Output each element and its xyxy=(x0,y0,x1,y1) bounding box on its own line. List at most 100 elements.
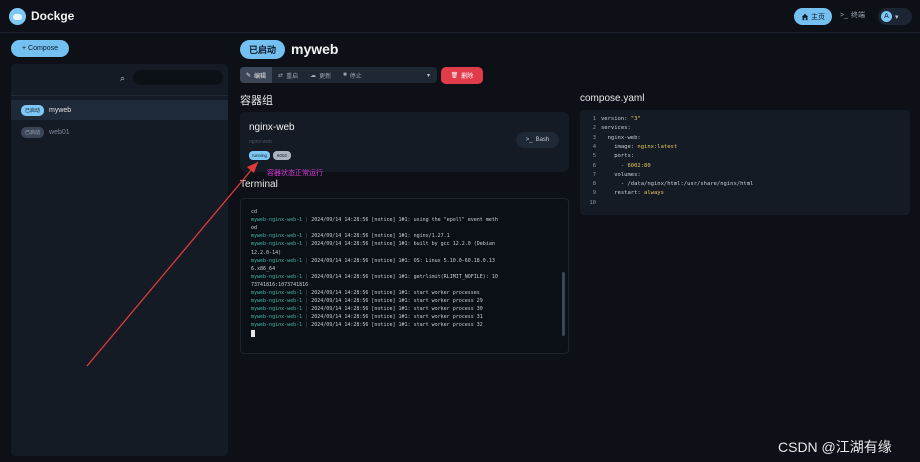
terminal-line: myweb-nginx-web-1 | 2024/09/14 14:28:56 … xyxy=(251,322,483,329)
terminal-line: myweb-nginx-web-1 | 2024/09/14 14:28:56 … xyxy=(251,290,480,296)
dockge-logo-icon[interactable] xyxy=(9,8,26,25)
log-source: myweb-nginx-web-1 xyxy=(251,298,303,305)
restart-button[interactable]: ⇄ 重启 xyxy=(272,67,304,83)
container-card: nginx-web nginx-web running 6002 >_ Bash xyxy=(240,112,569,172)
watermark: CSDN @江湖有缘 xyxy=(778,439,892,455)
terminal-line: myweb-nginx-web-1 | 2024/09/14 14:28:56 … xyxy=(251,241,495,248)
running-status-badge: running xyxy=(249,151,271,160)
log-message: 6.x86_64 xyxy=(251,265,276,272)
profile-dropdown[interactable]: A ▾ xyxy=(878,8,912,25)
cloud-download-icon: ☁ xyxy=(310,72,317,79)
more-actions-dropdown[interactable]: ▾ xyxy=(420,67,437,83)
terminal-line: myweb-nginx-web-1 | 2024/09/14 14:28:56 … xyxy=(251,217,498,224)
log-source: myweb-nginx-web-1 xyxy=(251,217,303,224)
compose-heading: compose.yaml xyxy=(580,93,645,104)
line-number: 9 xyxy=(592,190,596,197)
log-source: myweb-nginx-web-1 xyxy=(251,314,303,321)
pencil-icon: ✎ xyxy=(246,72,252,79)
brand-name[interactable]: Dockge xyxy=(31,9,74,23)
yaml-line: 10 xyxy=(580,200,910,208)
sidebar-item-label: myweb xyxy=(49,106,72,114)
terminal-line: myweb-nginx-web-1 | 2024/09/14 14:28:56 … xyxy=(251,298,483,305)
add-compose-button[interactable]: + Compose xyxy=(11,40,69,57)
yaml-line: 5 ports: xyxy=(580,153,910,161)
search-input[interactable] xyxy=(133,70,223,85)
status-badge: 已启动 xyxy=(21,104,45,116)
log-message: 73741816:1073741816 xyxy=(251,281,309,288)
bash-button[interactable]: >_ Bash xyxy=(516,132,559,148)
container-name: nginx-web xyxy=(249,122,295,133)
log-message: 2024/09/14 14:28:56 [notice] 1#1: start … xyxy=(311,298,483,305)
port-badge[interactable]: 6002 xyxy=(273,151,292,160)
stop-button-label: 停止 xyxy=(349,73,362,80)
terminal-line: myweb-nginx-web-1 | 2024/09/14 14:28:56 … xyxy=(251,257,495,264)
annotation-text: 容器状态正常运行 xyxy=(267,170,323,177)
home-button-label: 主页 xyxy=(811,13,825,21)
container-badges: running 6002 xyxy=(249,151,292,160)
log-message: cd xyxy=(251,209,258,215)
stack-toolbar: ✎ 编辑 ⇄ 重启 ☁ 更新 ■ 停止 ▾ xyxy=(240,67,437,83)
edit-button-label: 编辑 xyxy=(254,73,267,80)
log-message: 2024/09/14 14:28:56 [notice] 1#1: start … xyxy=(311,290,480,296)
terminal-line: 12.2.0-14) xyxy=(251,250,281,256)
home-button[interactable]: 主页 xyxy=(794,8,832,25)
terminal-icon: >_ xyxy=(525,137,533,143)
log-source: myweb-nginx-web-1 xyxy=(251,273,303,280)
update-button-label: 更新 xyxy=(319,73,332,80)
terminal-line: od xyxy=(251,225,257,231)
log-message: od xyxy=(251,225,258,232)
line-number: 1 xyxy=(592,116,596,122)
yaml-code-text: restart: always xyxy=(601,190,664,197)
yaml-line: 7 volumes: xyxy=(580,172,910,180)
status-badge: 已启动 xyxy=(21,126,45,138)
stack-sidebar: ⌕ 已启动 myweb 已启动 web01 xyxy=(11,64,228,456)
yaml-line: 6 - 6002:80 xyxy=(580,163,910,171)
stop-button[interactable]: ■ 停止 xyxy=(337,67,368,83)
yaml-code-text: nginx-web: xyxy=(601,134,641,141)
compose-button-label: + Compose xyxy=(22,45,58,52)
log-message: 2024/09/14 14:28:56 [notice] 1#1: nginx/… xyxy=(311,233,450,240)
yaml-code-text: image: nginx:latest xyxy=(601,143,678,150)
yaml-line: 3 nginx-web: xyxy=(580,135,910,143)
terminal-line: myweb-nginx-web-1 | 2024/09/14 14:28:56 … xyxy=(251,314,483,321)
delete-button[interactable]: 🗑 删除 xyxy=(441,67,483,84)
yaml-code-text: - 6002:80 xyxy=(601,162,651,169)
bash-button-label: Bash xyxy=(535,137,550,143)
avatar: A xyxy=(881,11,892,22)
line-number: 4 xyxy=(592,143,596,150)
terminal-line: myweb-nginx-web-1 | 2024/09/14 14:28:56 … xyxy=(251,273,498,280)
page-title: myweb xyxy=(291,41,339,57)
sidebar-item-myweb[interactable]: 已启动 myweb xyxy=(11,100,228,120)
sidebar-item-label: web01 xyxy=(49,128,70,136)
log-message: 2024/09/14 14:28:56 [notice] 1#1: OS: Li… xyxy=(311,257,495,264)
yaml-line: 4 image: nginx:latest xyxy=(580,144,910,152)
log-message: 2024/09/14 14:28:56 [notice] 1#1: getrli… xyxy=(311,273,498,280)
edit-button[interactable]: ✎ 编辑 xyxy=(240,67,273,83)
log-message: 2024/09/14 14:28:56 [notice] 1#1: built … xyxy=(311,241,495,248)
yaml-line: 1 version: "3" xyxy=(580,116,910,124)
console-button-label: 终端 xyxy=(850,12,865,19)
terminal-line: cd xyxy=(251,209,257,215)
trash-icon: 🗑 xyxy=(450,73,459,79)
terminal-panel[interactable]: cd myweb-nginx-web-1 | 2024/09/14 14:28:5… xyxy=(240,198,569,354)
line-number: 10 xyxy=(589,199,596,206)
stack-status-badge: 已启动 xyxy=(240,40,285,59)
terminal-scrollbar[interactable] xyxy=(562,272,565,336)
yaml-line: 8 - /data/nginx/html:/usr/share/nginx/ht… xyxy=(580,181,910,189)
terminal-line: 73741816:1073741816 xyxy=(251,282,308,288)
compose-yaml-editor[interactable]: 1 version: "3" 2 services: 3 nginx-web: 4 ima… xyxy=(580,110,910,215)
log-source: myweb-nginx-web-1 xyxy=(251,290,303,296)
caret-down-icon: ▾ xyxy=(426,72,430,79)
yaml-line: 9 restart: always xyxy=(580,190,910,198)
container-subtitle: nginx-web xyxy=(249,139,272,145)
sidebar-item-web01[interactable]: 已启动 web01 xyxy=(11,122,228,142)
log-message: 2024/09/14 14:28:56 [notice] 1#1: using … xyxy=(311,217,498,224)
terminal-line: 6.x86_64 xyxy=(251,266,275,272)
line-number: 3 xyxy=(592,134,596,141)
console-button[interactable]: >_ 终端 xyxy=(840,10,865,20)
search-icon: ⌕ xyxy=(120,73,126,83)
line-number: 2 xyxy=(592,125,596,132)
log-message: 2024/09/14 14:28:56 [notice] 1#1: start … xyxy=(311,322,483,329)
update-button[interactable]: ☁ 更新 xyxy=(304,67,337,83)
restart-icon: ⇄ xyxy=(278,72,284,79)
